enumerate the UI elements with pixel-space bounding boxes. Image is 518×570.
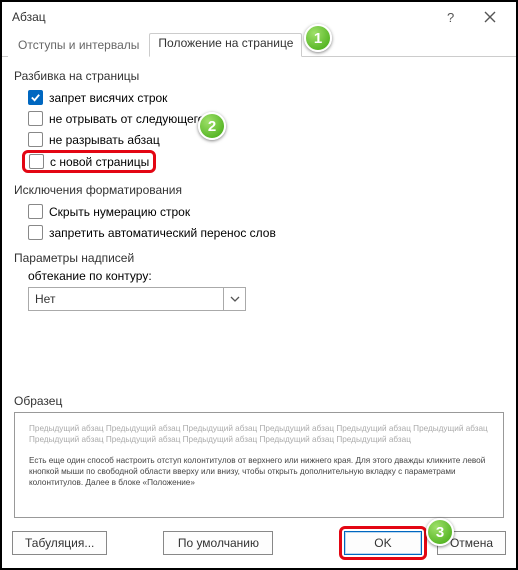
group-exceptions-label: Исключения форматирования <box>14 183 504 197</box>
group-pagination-label: Разбивка на страницы <box>14 69 504 83</box>
label-tight-wrap: обтекание по контуру: <box>14 269 504 283</box>
preview-label: Образец <box>14 394 504 408</box>
tab-indents[interactable]: Отступы и интервалы <box>8 33 149 57</box>
label-suppress-line-numbers: Скрыть нумерацию строк <box>49 205 190 219</box>
badge-2: 2 <box>198 112 226 140</box>
checkbox-suppress-line-numbers[interactable] <box>28 204 43 219</box>
badge-3: 3 <box>426 518 454 546</box>
preview-body-text: Есть еще один способ настроить отступ ко… <box>29 455 489 488</box>
checkbox-page-break-before[interactable] <box>29 154 44 169</box>
dialog-title: Абзац <box>12 10 432 24</box>
label-widow-control: запрет висячих строк <box>49 91 167 105</box>
set-default-button[interactable]: По умолчанию <box>163 531 273 555</box>
group-textbox-label: Параметры надписей <box>14 251 504 265</box>
chevron-down-icon[interactable] <box>223 288 245 310</box>
close-icon[interactable] <box>472 3 508 31</box>
checkbox-no-hyphenation[interactable] <box>28 225 43 240</box>
badge-1: 1 <box>304 24 332 52</box>
ok-button[interactable]: OK <box>344 531 422 555</box>
tab-position[interactable]: Положение на странице <box>149 33 302 57</box>
preview-ghost-text: Предыдущий абзац Предыдущий абзац Предыд… <box>29 423 489 445</box>
preview-box: Предыдущий абзац Предыдущий абзац Предыд… <box>14 412 504 518</box>
checkbox-keep-next[interactable] <box>28 111 43 126</box>
label-page-break-before: с новой страницы <box>50 155 149 169</box>
checkbox-keep-together[interactable] <box>28 132 43 147</box>
label-keep-next: не отрывать от следующего <box>49 112 204 126</box>
svg-text:?: ? <box>447 11 454 23</box>
help-icon[interactable]: ? <box>432 3 468 31</box>
combo-value: Нет <box>29 292 223 306</box>
combo-tight-wrap[interactable]: Нет <box>28 287 246 311</box>
tabs-button[interactable]: Табуляция... <box>12 531 107 555</box>
checkbox-widow-control[interactable] <box>28 90 43 105</box>
label-keep-together: не разрывать абзац <box>49 133 160 147</box>
label-no-hyphenation: запретить автоматический перенос слов <box>49 226 276 240</box>
